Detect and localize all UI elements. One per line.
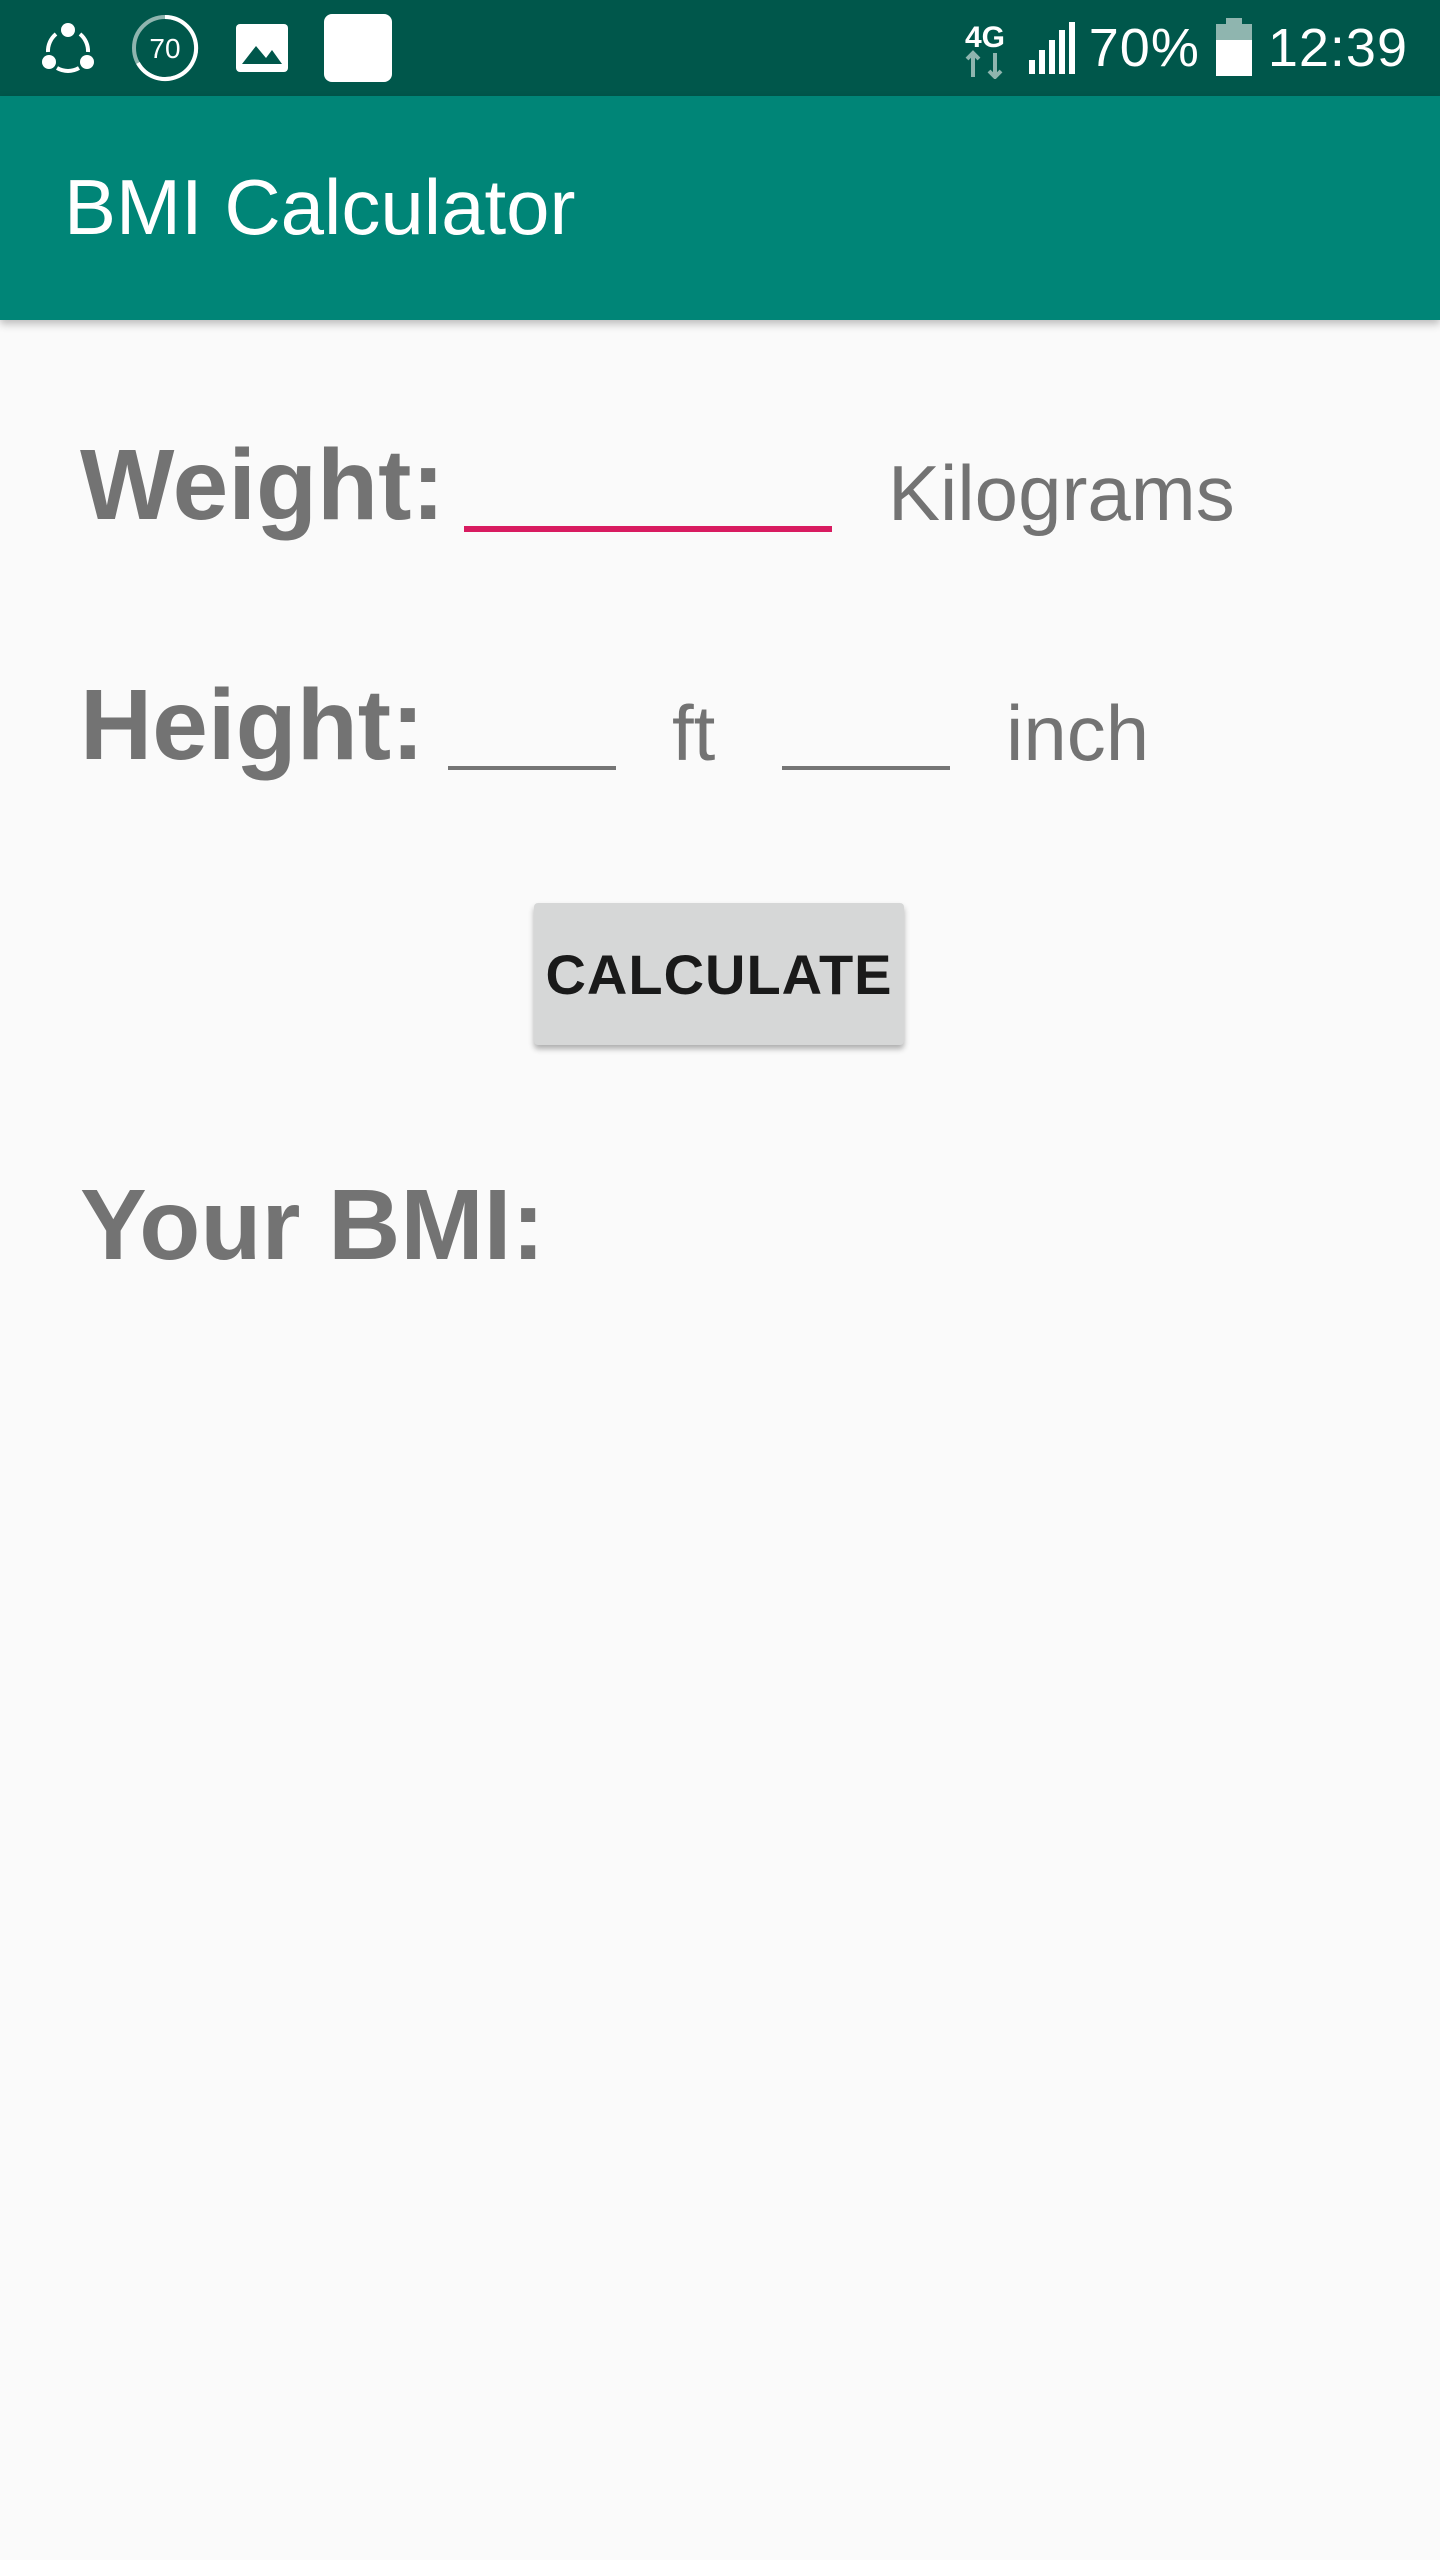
height-inch-input[interactable]: [782, 676, 950, 770]
weight-label: Weight:: [80, 429, 445, 541]
battery-percent: 70%: [1088, 18, 1200, 78]
app-title: BMI Calculator: [64, 163, 576, 251]
svg-text:70: 70: [149, 33, 180, 64]
notification-icons: 70: [40, 14, 426, 82]
system-icons: 4G 70% 12:39: [945, 10, 1408, 86]
clock: 12:39: [1267, 18, 1408, 78]
svg-text:4G: 4G: [965, 21, 1005, 54]
data-usage-icon: 70: [130, 13, 200, 83]
network-4g-icon: 4G: [959, 17, 1011, 79]
battery-icon: [1214, 18, 1254, 78]
sync-icon: [40, 20, 96, 76]
status-bar: 70 4G 70% 12:39: [0, 0, 1440, 96]
height-feet-input[interactable]: [448, 676, 616, 770]
height-label: Height:: [80, 669, 425, 781]
gallery-icon: [234, 20, 290, 76]
feet-unit-label: ft: [672, 689, 716, 777]
weight-input[interactable]: [464, 436, 832, 532]
calculate-button[interactable]: CALCULATE: [534, 903, 904, 1045]
inch-unit-label: inch: [1006, 689, 1150, 777]
signal-icon: [1025, 20, 1075, 76]
bmi-result-label: Your BMI:: [80, 1169, 545, 1281]
app-icon: [324, 14, 392, 82]
app-bar: BMI Calculator: [0, 96, 1440, 320]
weight-unit-label: Kilograms: [888, 449, 1235, 537]
